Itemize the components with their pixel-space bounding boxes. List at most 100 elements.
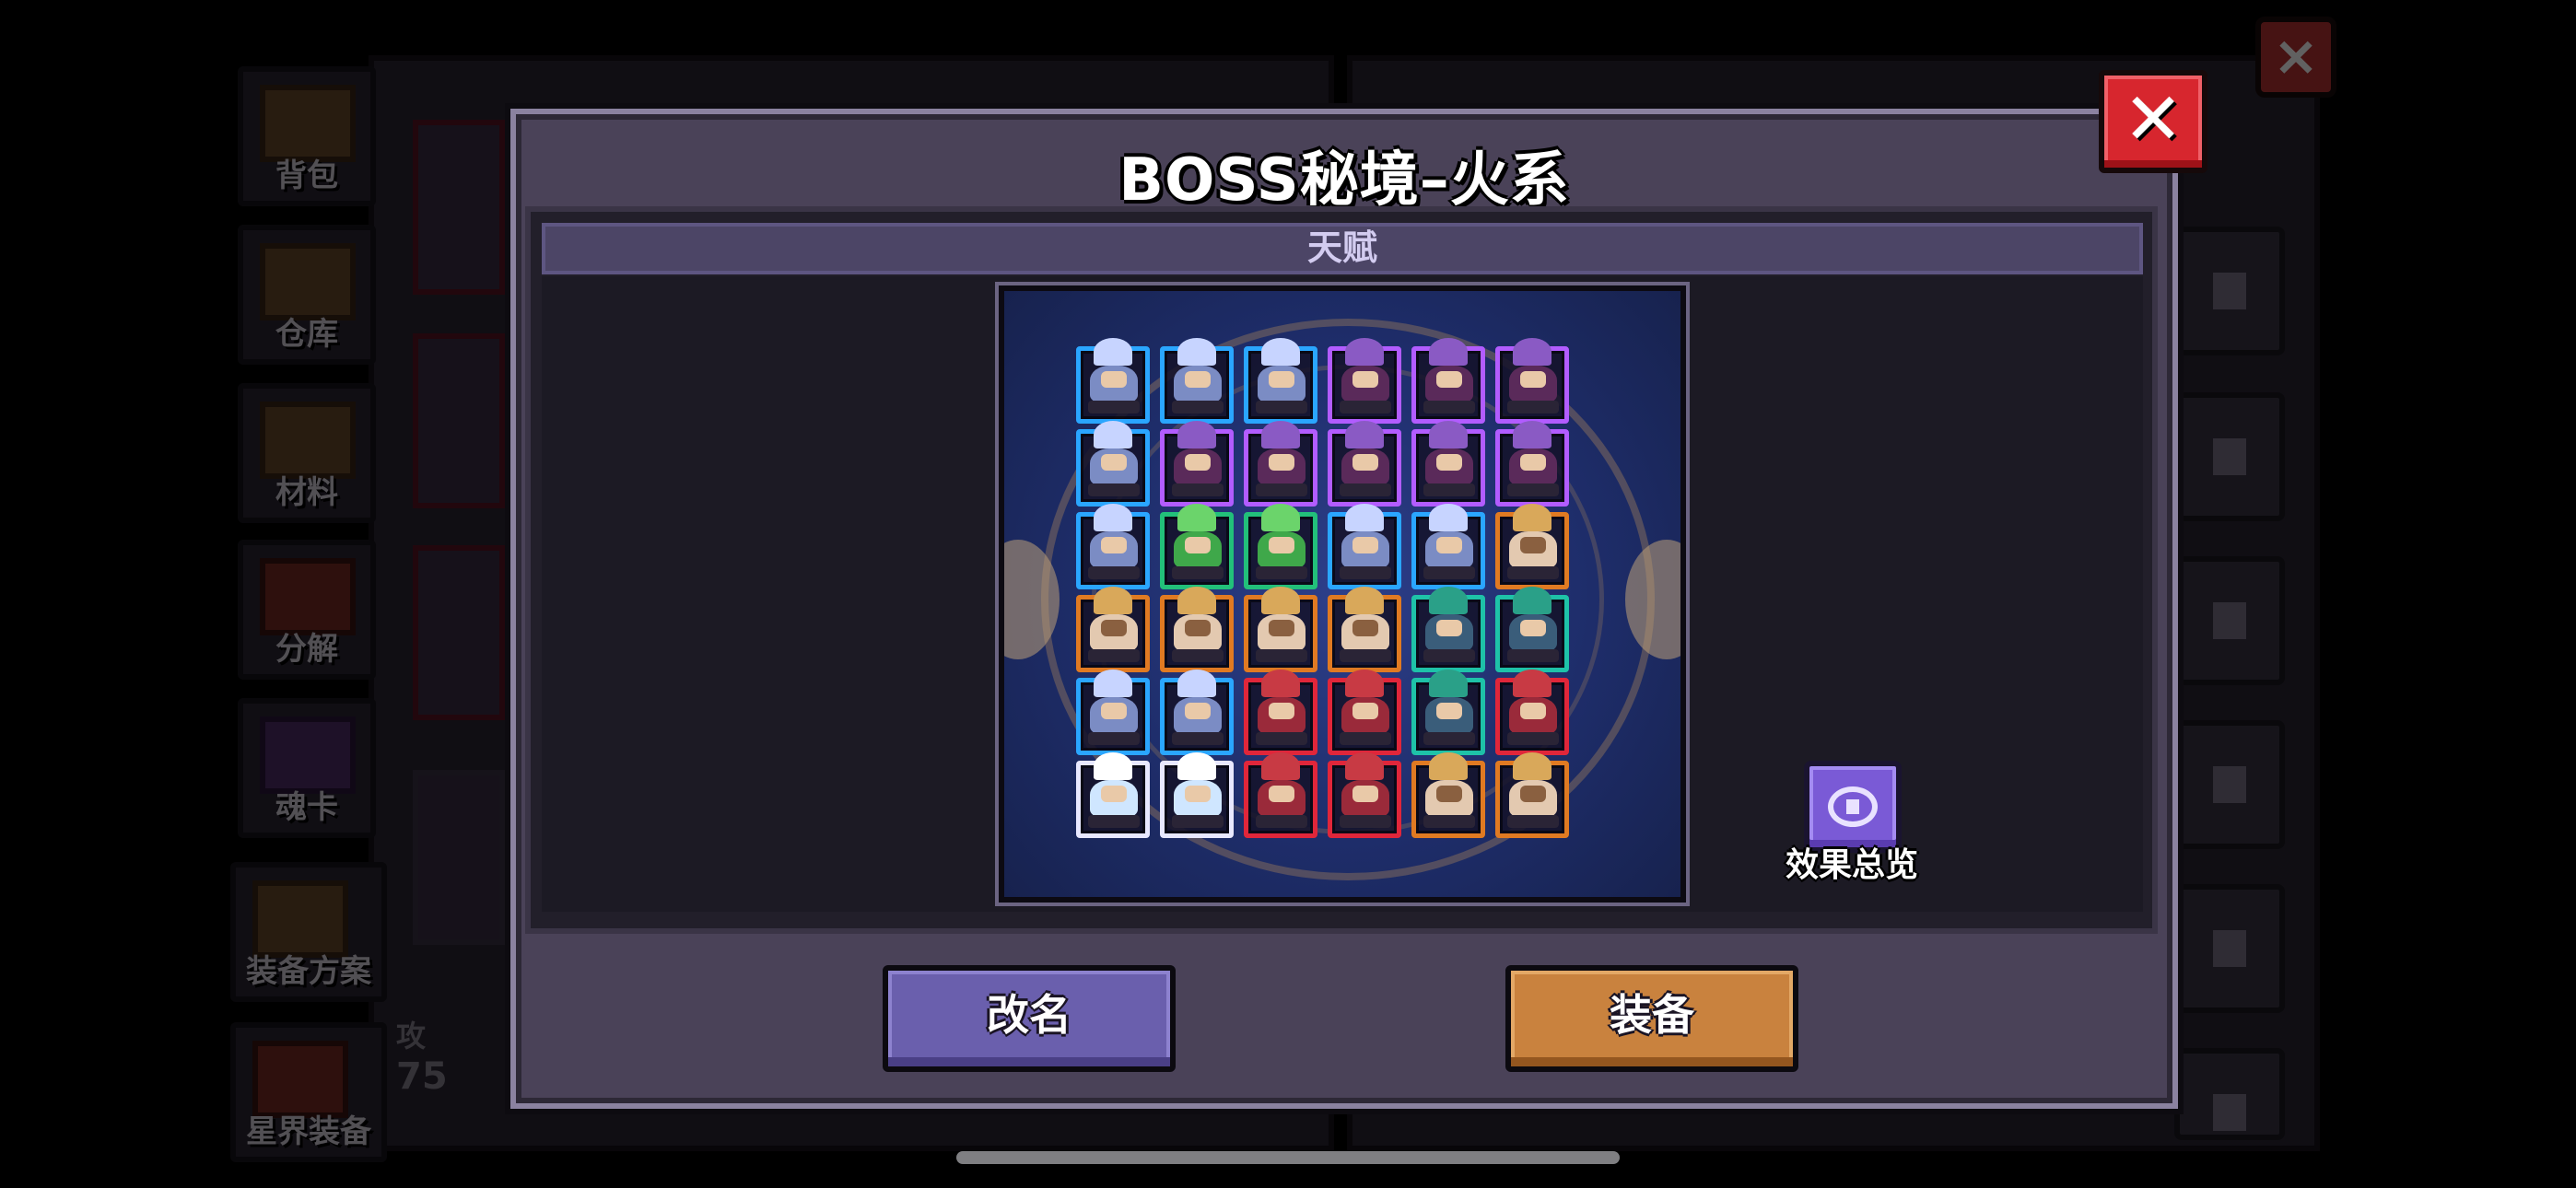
talent-node[interactable]	[1076, 338, 1150, 424]
talent-node[interactable]	[1076, 752, 1150, 838]
equip-button[interactable]: 装备	[1505, 965, 1798, 1072]
talent-node-base	[1340, 815, 1391, 828]
talent-node-headgear	[1261, 587, 1300, 614]
close-icon[interactable]: ×	[2255, 17, 2336, 98]
talent-node[interactable]	[1160, 670, 1234, 755]
talent-node[interactable]	[1411, 752, 1485, 838]
talent-node-headgear	[1513, 504, 1551, 531]
section-header-talent: 天赋	[542, 223, 2143, 274]
talent-node[interactable]	[1328, 752, 1401, 838]
talent-node[interactable]	[1160, 587, 1234, 672]
gear-slot	[2174, 227, 2285, 355]
talent-node-face	[1436, 620, 1462, 636]
talent-node-headgear	[1094, 504, 1132, 531]
close-icon: ✕	[2123, 78, 2184, 161]
talent-node-base	[1423, 732, 1475, 745]
gear-slot	[2174, 1048, 2285, 1140]
talent-node[interactable]	[1160, 504, 1234, 589]
talent-node-base	[1088, 649, 1140, 662]
talent-node-face	[1101, 454, 1127, 471]
side-tab-decompose[interactable]: 分解	[238, 540, 376, 680]
talent-node-face	[1520, 786, 1546, 802]
talent-node[interactable]	[1495, 421, 1569, 507]
talent-node[interactable]	[1076, 587, 1150, 672]
talent-node[interactable]	[1411, 338, 1485, 424]
talent-node-headgear	[1177, 752, 1216, 780]
side-tab-equipment-plan[interactable]: 装备方案	[230, 862, 387, 1002]
talent-node-base	[1340, 483, 1391, 496]
side-tab-astral-equipment[interactable]: 星界装备	[230, 1022, 387, 1162]
talent-node-face	[1269, 786, 1294, 802]
talent-node[interactable]	[1244, 338, 1317, 424]
talent-node-base	[1172, 566, 1224, 579]
talent-node[interactable]	[1495, 670, 1569, 755]
talent-node-face	[1352, 703, 1378, 719]
talent-node[interactable]	[1244, 421, 1317, 507]
effect-overview-label: 效果总览	[1785, 846, 1918, 884]
talent-node-headgear	[1429, 752, 1468, 780]
talent-node-face	[1269, 454, 1294, 471]
talent-node[interactable]	[1411, 504, 1485, 589]
talent-node-base	[1172, 732, 1224, 745]
talent-node[interactable]	[1411, 421, 1485, 507]
talent-node-face	[1185, 371, 1211, 388]
talent-node-face	[1352, 454, 1378, 471]
talent-node[interactable]	[1495, 504, 1569, 589]
talent-node-face	[1101, 620, 1127, 636]
side-tab-backpack[interactable]: 背包	[238, 66, 376, 206]
talent-node-face	[1520, 454, 1546, 471]
talent-node-headgear	[1094, 421, 1132, 448]
talent-node-base	[1423, 483, 1475, 496]
talent-node-base	[1507, 401, 1559, 413]
close-button[interactable]: ✕	[2099, 70, 2207, 173]
talent-node[interactable]	[1160, 752, 1234, 838]
talent-node[interactable]	[1244, 670, 1317, 755]
side-tab-materials[interactable]: 材料	[238, 383, 376, 523]
side-tab-soul-card[interactable]: 魂卡	[238, 698, 376, 838]
talent-node-face	[1101, 371, 1127, 388]
talent-node-face	[1520, 703, 1546, 719]
talent-node[interactable]	[1328, 338, 1401, 424]
talent-node-face	[1185, 786, 1211, 802]
talent-node[interactable]	[1160, 338, 1234, 424]
talent-node-face	[1436, 786, 1462, 802]
rename-button[interactable]: 改名	[883, 965, 1176, 1072]
talent-node[interactable]	[1076, 670, 1150, 755]
talent-node-base	[1423, 566, 1475, 579]
talent-node[interactable]	[1411, 587, 1485, 672]
talent-node[interactable]	[1411, 670, 1485, 755]
talent-node-base	[1256, 815, 1307, 828]
talent-node-face	[1436, 703, 1462, 719]
talent-node[interactable]	[1495, 338, 1569, 424]
talent-node-base	[1423, 815, 1475, 828]
talent-node-headgear	[1429, 587, 1468, 614]
talent-node[interactable]	[1495, 587, 1569, 672]
eye-icon	[1828, 786, 1878, 827]
talent-node[interactable]	[1328, 587, 1401, 672]
talent-node-headgear	[1177, 338, 1216, 366]
talent-node-face	[1520, 371, 1546, 388]
talent-node-base	[1507, 649, 1559, 662]
talent-node[interactable]	[1160, 421, 1234, 507]
talent-node-face	[1101, 786, 1127, 802]
talent-node[interactable]	[1076, 421, 1150, 507]
side-tab-warehouse[interactable]: 仓库	[238, 225, 376, 365]
talent-node[interactable]	[1244, 752, 1317, 838]
talent-node[interactable]	[1328, 504, 1401, 589]
talent-node-face	[1101, 703, 1127, 719]
talent-node[interactable]	[1328, 670, 1401, 755]
talent-node-face	[1520, 620, 1546, 636]
talent-node[interactable]	[1076, 504, 1150, 589]
talent-node-base	[1340, 401, 1391, 413]
talent-node-face	[1352, 371, 1378, 388]
talent-node-headgear	[1345, 504, 1384, 531]
talent-node[interactable]	[1495, 752, 1569, 838]
talent-node[interactable]	[1244, 587, 1317, 672]
talent-node[interactable]	[1328, 421, 1401, 507]
talent-node-headgear	[1429, 504, 1468, 531]
dialog-title: BOSS秘境–火系	[1118, 146, 1570, 215]
talent-node-face	[1269, 620, 1294, 636]
talent-node-headgear	[1513, 421, 1551, 448]
talent-node[interactable]	[1244, 504, 1317, 589]
talent-node-base	[1256, 649, 1307, 662]
